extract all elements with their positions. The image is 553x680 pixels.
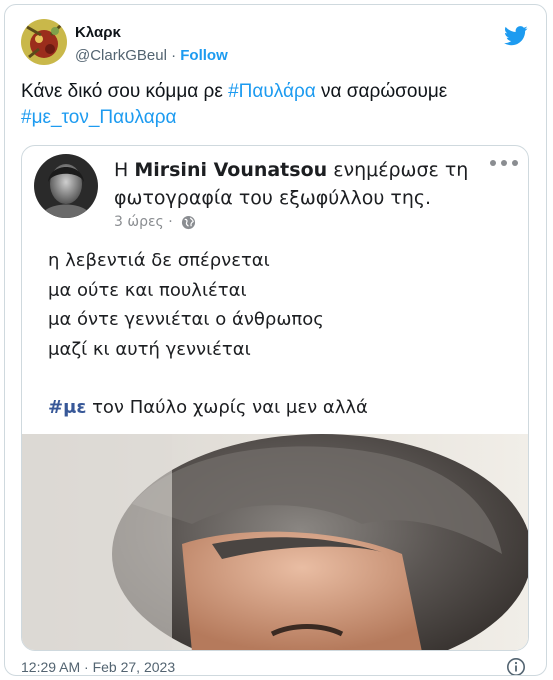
author-display-name[interactable]: Κλαρκ — [75, 24, 121, 41]
poem-line: η λεβεντιά δε σπέρνεται — [48, 250, 270, 271]
author-handle-row: @ClarkGBeul · Follow — [75, 47, 228, 64]
post-author-avatar — [34, 154, 98, 218]
tweet-text: Κάνε δικό σου κόμμα ρε #Παυλάρα να σαρώσ… — [21, 79, 526, 131]
poem-line: μα όντε γεννιέται ο άνθρωπος — [48, 309, 324, 330]
poem-tag-line: #με τον Παύλο χωρίς ναι μεν αλλά — [48, 393, 518, 423]
post-time-separator: · — [168, 214, 173, 230]
handle-separator: · — [171, 47, 177, 64]
tweet-timestamp[interactable]: 12:29 AM · Feb 27, 2023 — [21, 659, 175, 675]
post-author-name: Mirsini Vounatsou — [134, 159, 328, 181]
poem-hashtag: #με — [48, 397, 87, 418]
follow-button[interactable]: Follow — [180, 47, 228, 64]
hashtag-link-pavlara[interactable]: #Παυλάρα — [228, 81, 316, 102]
avatar-image — [21, 19, 67, 65]
tweet-text-middle: να σαρώσουμε — [315, 81, 448, 102]
info-icon[interactable] — [506, 657, 526, 675]
more-dots-icon — [490, 160, 518, 166]
author-avatar[interactable] — [21, 19, 67, 65]
tweet-card: Κλαρκ @ClarkGBeul · Follow Κάνε δικό σου… — [4, 4, 547, 676]
post-poem: η λεβεντιά δε σπέρνεται μα ούτε και πουλ… — [48, 246, 518, 423]
globe-icon — [182, 215, 196, 229]
poem-line: μαζί κι αυτή γεννιέται — [48, 338, 251, 360]
twitter-bird-icon[interactable] — [504, 25, 528, 47]
tweet-media-image[interactable]: Η Mirsini Vounatsou ενημέρωσε τη φωτογρα… — [21, 145, 529, 651]
author-handle[interactable]: @ClarkGBeul — [75, 47, 167, 64]
post-time-row: 3 ώρες · — [114, 214, 196, 230]
hashtag-link-me-ton-pavlara[interactable]: #με_τον_Παυλαρα — [21, 107, 177, 128]
post-header-text: Η Mirsini Vounatsou ενημέρωσε τη φωτογρα… — [114, 156, 484, 212]
poem-line: μα ούτε και πουλιέται — [48, 279, 247, 301]
tweet-text-before: Κάνε δικό σου κόμμα ρε — [21, 81, 229, 102]
post-header-prefix: Η — [114, 159, 135, 181]
poem-tag-rest: τον Παύλο χωρίς ναι μεν αλλά — [86, 397, 368, 418]
cover-photo — [22, 434, 528, 650]
post-time: 3 ώρες — [114, 214, 164, 230]
